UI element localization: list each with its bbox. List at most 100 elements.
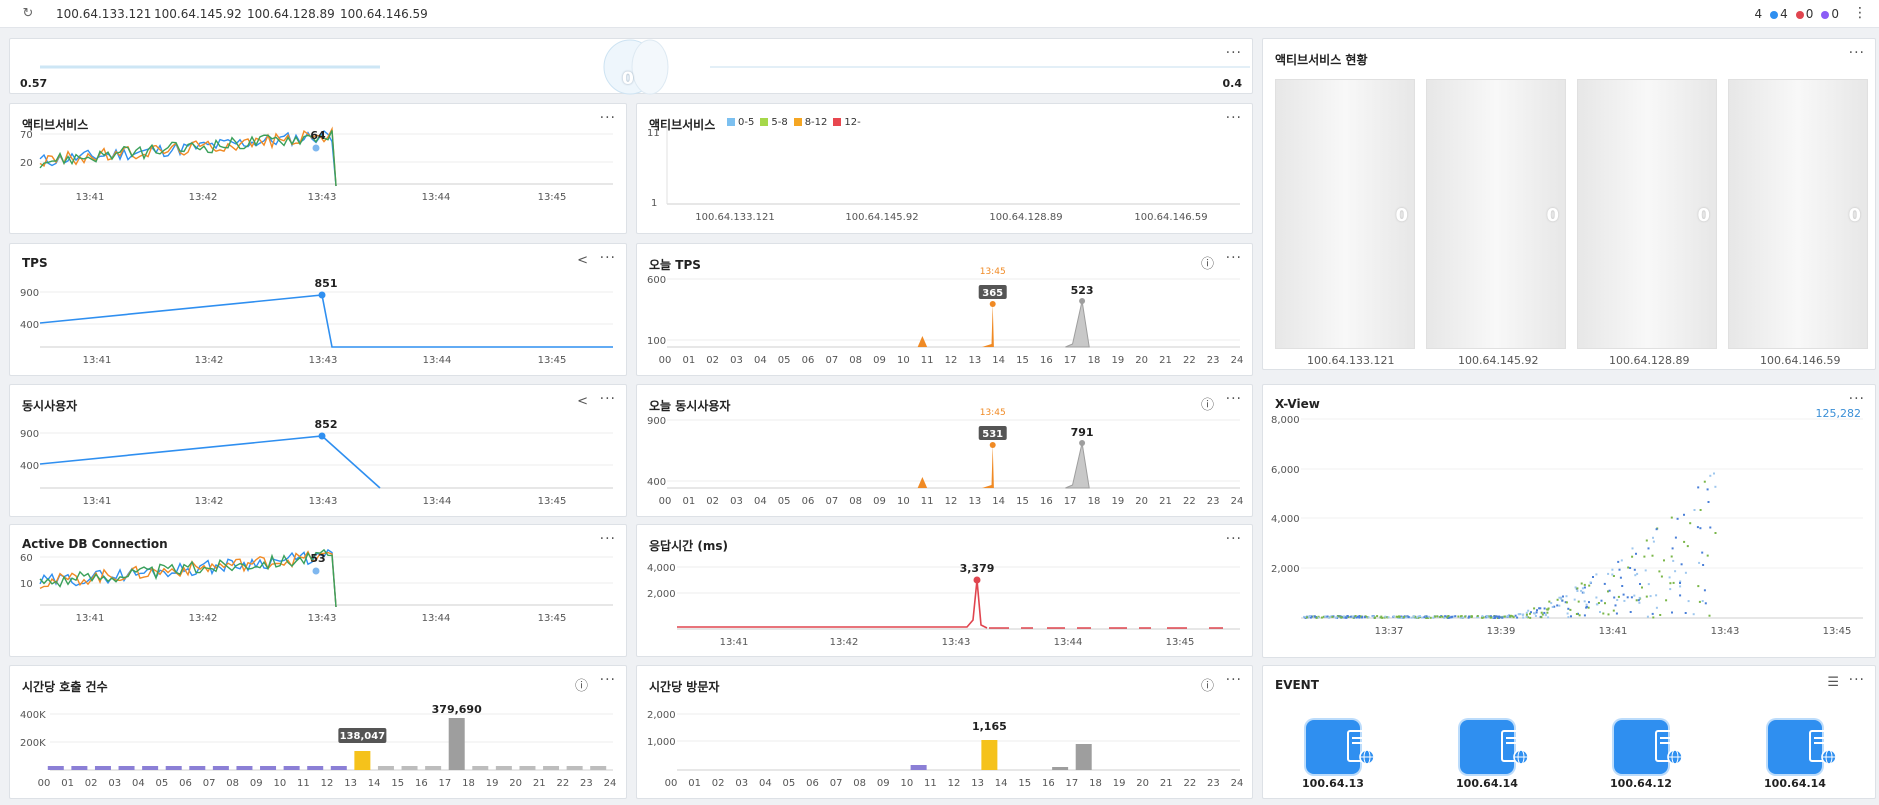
scatter-point [1495,615,1498,618]
scatter-point [1534,615,1537,617]
bar [354,751,371,770]
event-server[interactable]: 100.64.14 [1764,720,1837,790]
y-tick-label: 200K [20,738,46,749]
xview-chart[interactable]: 8,000 6,000 4,000 2,000 13:37 13:39 13:41 13:43… [1263,385,1877,659]
scatter-point [1599,611,1601,613]
x-tick-label: 13 [968,496,981,507]
scatter-point [1669,588,1672,591]
list-icon[interactable]: ☰ [1827,675,1839,690]
x-tick-label: 16 [1042,778,1055,789]
scatter-point [1621,585,1624,587]
scatter-point [1684,612,1687,614]
scatter-point [1331,615,1334,618]
y-tick-label: 11 [647,128,660,139]
x-tick-label: 08 [226,778,239,789]
x-tick-label: 13:45 [538,613,567,624]
event-server[interactable]: 100.64.12 [1610,720,1683,790]
scatter-point [1376,615,1379,618]
x-tick-label: 24 [1231,778,1244,789]
x-tick-label: 14 [368,778,381,789]
current-value-label: 1,165 [972,720,1007,733]
more-icon[interactable]: ··· [1226,45,1242,61]
x-tick-label: 17 [1064,355,1077,366]
scatter-point [1529,612,1531,615]
scatter-point [1498,615,1501,618]
host-tab[interactable]: 100.64.145.92 [154,7,242,21]
x-tick-label: 04 [132,778,145,789]
scatter-point [1687,600,1690,603]
x-tick-label: 15 [391,778,404,789]
x-tick-label: 05 [783,778,796,789]
more-icon[interactable]: ··· [1849,45,1865,61]
bar [401,766,418,770]
x-tick-label: 19 [1111,355,1124,366]
scatter-point [1407,616,1410,619]
scatter-point [1645,539,1648,542]
x-tick-label: 08 [849,355,862,366]
scatter-point [1689,522,1692,525]
scatter-point [1649,595,1652,598]
x-tick-label: 18 [462,778,475,789]
scatter-point [1630,596,1633,599]
count-red: 0 [1805,7,1814,21]
scatter-point [1641,586,1643,589]
y-tick-label: 4,000 [1271,514,1300,525]
host-tab[interactable]: 100.64.128.89 [247,7,335,21]
scatter-point [1676,517,1679,520]
x-tick-label: 12 [948,778,961,789]
host-tab[interactable]: 100.64.133.121 [56,7,151,21]
event-server[interactable]: 100.64.13 [1302,720,1375,790]
scatter-point [1540,616,1543,619]
x-tick-label: 11 [921,496,934,507]
count-purple: 0 [1831,7,1839,21]
x-tick-label: 11 [921,355,934,366]
x-tick-label: 15 [1016,496,1029,507]
x-tick-label: 05 [778,496,791,507]
bar [981,740,998,770]
y-tick-label: 400 [647,477,666,488]
scatter-point [1447,615,1450,617]
scatter-point [1540,611,1543,614]
x-tick-label: 22 [1183,355,1196,366]
server-glyph [1347,730,1375,765]
scatter-point [1421,616,1423,619]
service-cylinder[interactable]: 0 [1426,79,1566,349]
response-time-chart: 4,000 2,000 13:41 13:42 13:43 13:44 13:45 3,379 [647,562,1240,648]
scatter-point [1643,555,1646,558]
service-cylinder[interactable]: 0 [1728,79,1868,349]
x-tick-label: 24 [604,778,617,789]
x-tick-label: 23 [580,778,593,789]
service-cylinder[interactable]: 0 [1275,79,1415,349]
scatter-point [1546,608,1549,611]
scatter-point [1425,615,1428,618]
scatter-point [1647,547,1650,550]
x-tick-label: 10 [897,496,910,507]
x-tick-label: 01 [682,496,695,507]
scatter-point [1580,582,1583,585]
hourly-visitors-panel: 시간당 방문자 ⓘ ··· 2,000 1,000 00 01 02 03 04 05 06 07… [636,665,1253,799]
count-blue-group: 4 [1770,7,1788,21]
scatter-point [1327,616,1330,619]
scatter-point [1637,599,1640,602]
scatter-point [1514,614,1517,617]
event-server[interactable]: 100.64.14 [1456,720,1529,790]
x-tick-label: 20 [1136,778,1149,789]
x-tick-label: 09 [873,496,886,507]
server-label: 100.64.14 [1456,777,1518,790]
more-icon[interactable]: ··· [1849,672,1865,688]
scatter-point [1436,615,1439,618]
scatter-point [1565,595,1568,598]
server-label: 100.64.12 [1610,777,1672,790]
scatter-point [1351,615,1354,618]
scatter-point [1543,607,1546,610]
scatter-point [1346,615,1349,618]
host-tab[interactable]: 100.64.146.59 [340,7,428,21]
x-tick-label: 13:43 [942,637,971,648]
refresh-icon[interactable]: ↻ [20,6,36,22]
more-icon[interactable]: ⋮ [1853,5,1867,21]
scatter-point [1457,615,1460,618]
service-cylinder[interactable]: 0 [1577,79,1717,349]
scatter-point [1354,615,1357,617]
x-tick-label: 13:41 [720,637,749,648]
scatter-point [1573,598,1576,601]
